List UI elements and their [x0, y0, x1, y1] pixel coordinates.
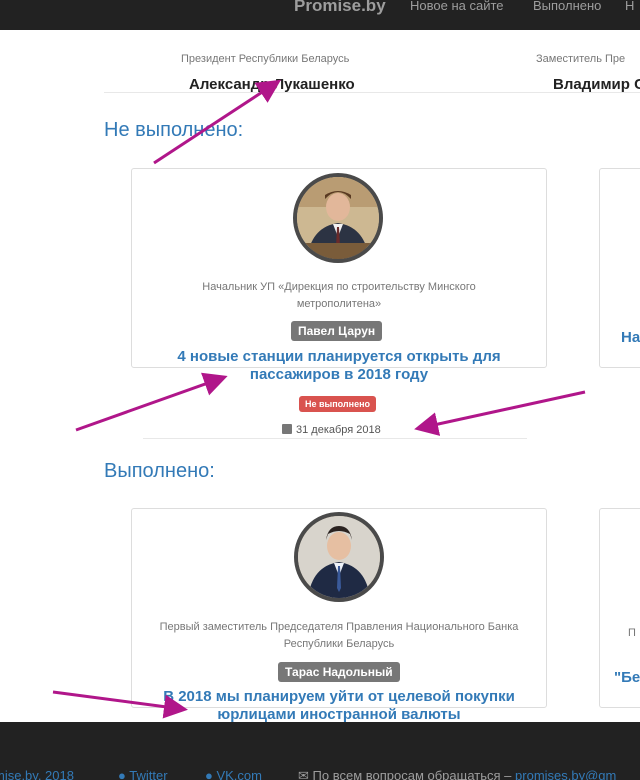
person-position: Первый заместитель Председателя Правлени…: [159, 621, 519, 650]
person-photo-image: [298, 516, 380, 598]
footer: mise.by, 2018 ● Twitter ● VK.com ✉ По вс…: [0, 722, 640, 780]
globe-icon: ●: [205, 768, 217, 780]
divider: [104, 92, 640, 93]
promise-link-partial[interactable]: "Бе: [614, 669, 640, 686]
person-name-label[interactable]: Тарас Надольный: [278, 662, 400, 682]
person-position: Начальник УП «Дирекция по строительству …: [202, 281, 476, 310]
email-link[interactable]: promises.by@gm: [515, 768, 616, 780]
leader-title: Президент Республики Беларусь: [181, 53, 350, 65]
envelope-icon: ✉: [298, 768, 313, 780]
promise-date: 31 декабря 2018: [282, 424, 381, 436]
arrow-annotation: [414, 390, 586, 436]
nav-link-new[interactable]: Новое на сайте: [410, 0, 504, 13]
section-title-done: Выполнено:: [104, 460, 215, 482]
person-position-partial: П: [628, 627, 636, 639]
promise-link[interactable]: В 2018 мы планируем уйти от целевой поку…: [131, 688, 547, 724]
date-text: 31 декабря 2018: [296, 424, 381, 436]
arrow-annotation: [75, 372, 228, 432]
vk-label: VK.com: [216, 768, 262, 780]
calendar-icon: [282, 424, 292, 434]
contact-label: По всем вопросам обращаться –: [312, 768, 512, 780]
leader-name[interactable]: Александр Лукашенко: [189, 76, 355, 93]
footer-vk-link[interactable]: ● VK.com: [205, 768, 262, 780]
status-badge: Не выполнено: [299, 396, 377, 412]
leader-title: Заместитель Пре: [536, 53, 626, 65]
person-photo[interactable]: [293, 173, 383, 263]
globe-icon: ●: [118, 768, 130, 780]
nav-link-done[interactable]: Выполнено: [533, 0, 601, 13]
twitter-label: Twitter: [129, 768, 168, 780]
promise-link-partial[interactable]: На: [621, 329, 640, 346]
section-title-not-done: Не выполнено:: [104, 119, 244, 141]
promise-link[interactable]: 4 новые станции планируется открыть для …: [131, 348, 547, 384]
person-name-label[interactable]: Павел Царун: [291, 321, 383, 341]
divider: [143, 438, 527, 439]
person-photo-image: [297, 177, 379, 259]
brand-link[interactable]: Promise.by: [294, 0, 386, 16]
person-photo[interactable]: [294, 512, 384, 602]
top-navbar: Promise.by Новое на сайте Выполнено Н: [0, 0, 640, 30]
leader-name[interactable]: Владимир С: [553, 76, 640, 93]
footer-contact: ✉ По всем вопросам обращаться – promises…: [298, 768, 616, 780]
nav-link-more[interactable]: Н: [625, 0, 634, 13]
footer-copyright[interactable]: mise.by, 2018: [0, 768, 74, 780]
footer-twitter-link[interactable]: ● Twitter: [118, 768, 168, 780]
